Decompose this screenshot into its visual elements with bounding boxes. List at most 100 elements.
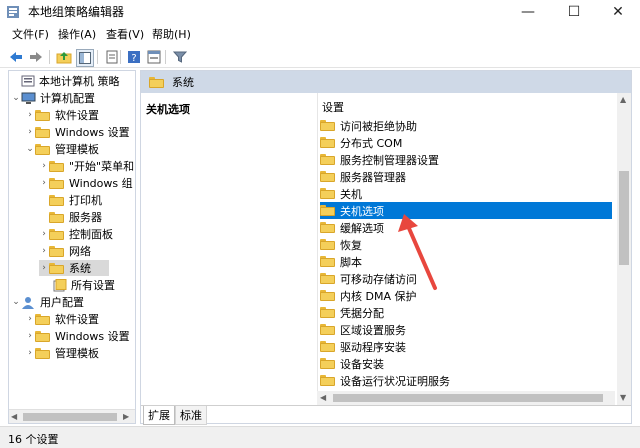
folder-icon <box>320 324 335 335</box>
list-item-selected[interactable]: 关机选项 <box>320 202 612 219</box>
menu-view[interactable]: 查看(V) <box>106 28 144 42</box>
folder-icon <box>149 76 164 88</box>
tab-standard[interactable]: 标准 <box>175 406 207 425</box>
folder-icon <box>35 330 50 342</box>
menu-bar: 文件(F) 操作(A) 查看(V) 帮助(H) <box>0 26 640 44</box>
list-item[interactable]: 分布式 COM <box>320 134 612 151</box>
list-item[interactable]: 可移动存储访问 <box>320 270 612 287</box>
column-header-setting[interactable]: 设置 <box>322 99 344 115</box>
chevron-right-icon[interactable]: › <box>25 314 35 324</box>
folder-icon <box>320 273 335 284</box>
help-icon[interactable]: ? <box>126 49 142 65</box>
list-item[interactable]: 关机 <box>320 185 612 202</box>
folder-icon <box>320 137 335 148</box>
tree-node-server[interactable]: 服务器 <box>39 209 102 225</box>
menu-help[interactable]: 帮助(H) <box>152 28 191 42</box>
chevron-down-icon[interactable]: ⌄ <box>25 144 35 154</box>
folder-icon <box>35 143 50 155</box>
chevron-down-icon[interactable]: ⌄ <box>11 93 21 103</box>
folder-icon <box>320 239 335 250</box>
list-item[interactable]: 内核 DMA 保护 <box>320 287 612 304</box>
list-item[interactable]: 凭据分配 <box>320 304 612 321</box>
properties-icon[interactable] <box>146 49 162 65</box>
tree-node-admin-templates[interactable]: ⌄ 管理模板 <box>25 141 99 157</box>
scroll-thumb[interactable] <box>619 171 629 265</box>
list-horizontal-scrollbar[interactable]: ◀ <box>317 391 615 405</box>
list-item[interactable]: 恢复 <box>320 236 612 253</box>
folder-icon <box>49 228 64 240</box>
folder-icon <box>320 290 335 301</box>
menu-file[interactable]: 文件(F) <box>12 28 49 42</box>
tree-node-system[interactable]: › 系统 <box>39 260 109 276</box>
list-item[interactable]: 访问被拒绝协助 <box>320 117 612 134</box>
chevron-right-icon[interactable]: › <box>25 331 35 341</box>
tree-horizontal-scrollbar[interactable]: ◀ ▶ <box>9 409 135 423</box>
chevron-right-icon[interactable]: › <box>39 161 49 171</box>
chevron-right-icon[interactable]: › <box>39 263 49 273</box>
list-item[interactable]: 驱动程序安装 <box>320 338 612 355</box>
back-arrow-icon[interactable] <box>8 49 24 65</box>
show-tree-icon[interactable] <box>76 49 94 67</box>
folder-icon <box>35 313 50 325</box>
menu-action[interactable]: 操作(A) <box>58 28 96 42</box>
tree-node-user-software-settings[interactable]: › 软件设置 <box>25 311 99 327</box>
maximize-button[interactable]: ☐ <box>552 0 596 24</box>
list-item[interactable]: 服务器管理器 <box>320 168 612 185</box>
chevron-right-icon[interactable]: › <box>25 110 35 120</box>
tree-pane: 本地计算机 策略 ⌄ 计算机配置 › 软件设置 › Windows 设置 ⌄ 管… <box>8 70 136 424</box>
scroll-up-icon[interactable]: ▲ <box>620 95 626 104</box>
scroll-left-icon[interactable]: ◀ <box>11 412 17 421</box>
export-list-icon[interactable] <box>104 49 120 65</box>
folder-icon <box>35 109 50 121</box>
tree-node-network[interactable]: › 网络 <box>39 243 91 259</box>
chevron-right-icon[interactable]: › <box>25 348 35 358</box>
all-settings-icon <box>53 278 67 291</box>
tree-node-printers[interactable]: 打印机 <box>39 192 102 208</box>
tree-node-software-settings[interactable]: › 软件设置 <box>25 107 99 123</box>
scroll-thumb[interactable] <box>23 413 117 421</box>
scroll-left-icon[interactable]: ◀ <box>320 393 326 402</box>
tree-node-user-admin-templates[interactable]: › 管理模板 <box>25 345 99 361</box>
policy-editor-icon <box>7 6 19 18</box>
folder-up-icon[interactable] <box>56 49 72 65</box>
tree-node-user-config[interactable]: ⌄ 用户配置 <box>11 294 84 310</box>
folder-icon <box>49 211 64 223</box>
policy-root-icon <box>21 75 35 87</box>
list-item[interactable]: 设备运行状况证明服务 <box>320 372 612 389</box>
tree-node-computer-config[interactable]: ⌄ 计算机配置 <box>11 90 95 106</box>
list-item[interactable]: 缓解选项 <box>320 219 612 236</box>
folder-icon <box>320 171 335 182</box>
close-button[interactable]: ✕ <box>596 0 640 24</box>
filter-icon[interactable] <box>172 49 188 65</box>
svg-text:?: ? <box>131 53 136 64</box>
chevron-right-icon[interactable]: › <box>39 246 49 256</box>
tree-node-start-menu[interactable]: › "开始"菜单和 <box>39 158 134 174</box>
scroll-down-icon[interactable]: ▼ <box>620 393 626 402</box>
folder-icon <box>320 120 335 131</box>
tree-node-all-settings[interactable]: 所有设置 <box>53 277 115 293</box>
chevron-down-icon[interactable]: ⌄ <box>11 297 21 307</box>
chevron-right-icon[interactable]: › <box>39 229 49 239</box>
tree-node-user-windows-settings[interactable]: › Windows 设置 <box>25 328 129 344</box>
tree-node-root[interactable]: 本地计算机 策略 <box>11 73 120 89</box>
tree-node-windows-components[interactable]: › Windows 组 <box>39 175 132 191</box>
list-item[interactable]: 区域设置服务 <box>320 321 612 338</box>
forward-arrow-icon[interactable] <box>28 49 44 65</box>
list-item[interactable]: 设备安装 <box>320 355 612 372</box>
scroll-right-icon[interactable]: ▶ <box>123 412 129 421</box>
folder-icon <box>320 222 335 233</box>
folder-icon <box>35 126 50 138</box>
status-bar: 16 个设置 <box>0 426 640 448</box>
minimize-button[interactable]: — <box>506 0 550 24</box>
list-item[interactable]: 服务控制管理器设置 <box>320 151 612 168</box>
description-title: 关机选项 <box>146 103 190 116</box>
tab-extended[interactable]: 扩展 <box>143 406 175 425</box>
folder-icon <box>49 160 64 172</box>
chevron-right-icon[interactable]: › <box>39 178 49 188</box>
scroll-thumb[interactable] <box>333 394 603 402</box>
list-vertical-scrollbar[interactable]: ▲ ▼ <box>617 93 631 405</box>
tree-node-control-panel[interactable]: › 控制面板 <box>39 226 113 242</box>
chevron-right-icon[interactable]: › <box>25 127 35 137</box>
tree-node-windows-settings[interactable]: › Windows 设置 <box>25 124 129 140</box>
list-item[interactable]: 脚本 <box>320 253 612 270</box>
